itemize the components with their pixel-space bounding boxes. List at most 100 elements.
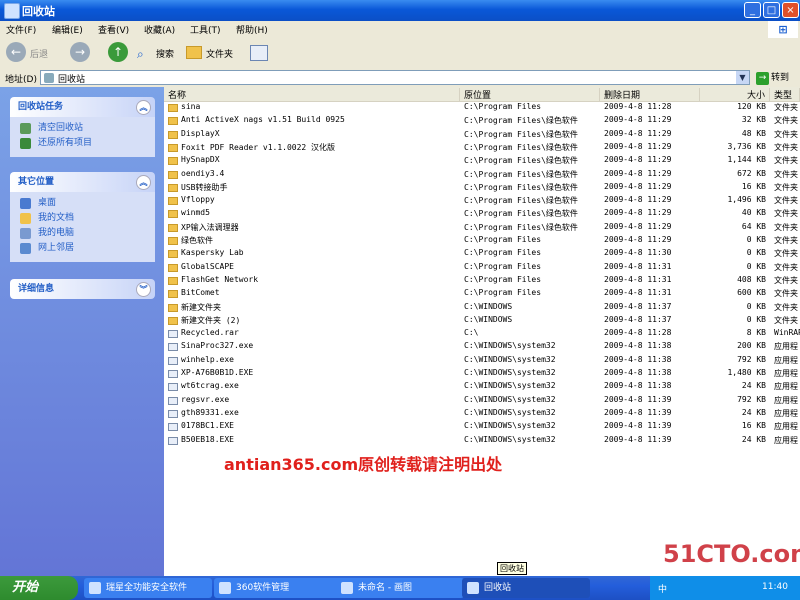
table-row[interactable]: DisplayX C:\Program Files\绿色软件 2009-4-8 11… bbox=[164, 129, 800, 142]
table-row[interactable]: 新建文件夹 (2) C:\WINDOWS 2009-4-8 11:37 0 KB 文件夹 bbox=[164, 315, 800, 328]
details-header[interactable]: 详细信息 ︾ bbox=[10, 279, 155, 299]
toolbar: ← 后退 → ↑ ⌕ 搜索 文件夹 bbox=[0, 38, 800, 70]
address-bar: 地址(D) 回收站 ▼ → 转到 bbox=[0, 69, 800, 88]
close-button[interactable]: × bbox=[782, 2, 799, 18]
collapse-icon[interactable]: ︽ bbox=[136, 175, 151, 190]
original-location: C:\WINDOWS\system32 bbox=[464, 341, 556, 351]
go-button[interactable]: → 转到 bbox=[756, 70, 789, 85]
menu-file[interactable]: 文件(F) bbox=[6, 23, 36, 36]
start-button[interactable]: 开始 bbox=[0, 576, 78, 600]
original-location: C:\WINDOWS\system32 bbox=[464, 421, 556, 431]
file-icon bbox=[168, 383, 178, 392]
link-label: 清空回收站 bbox=[38, 123, 84, 133]
address-input[interactable]: 回收站 ▼ bbox=[40, 70, 750, 85]
column-name[interactable]: 名称 bbox=[164, 88, 460, 101]
table-row[interactable]: FlashGet Network C:\Program Files 2009-4-8… bbox=[164, 275, 800, 288]
search-icon[interactable]: ⌕ bbox=[137, 47, 144, 62]
chevron-down-icon[interactable]: ▼ bbox=[736, 71, 749, 84]
column-size[interactable]: 大小 bbox=[700, 88, 770, 101]
restore-all-link[interactable]: 还原所有项目 bbox=[20, 136, 155, 151]
paint-icon bbox=[341, 582, 353, 594]
menu-help[interactable]: 帮助(H) bbox=[236, 23, 268, 36]
other-places-header[interactable]: 其它位置 ︽ bbox=[10, 172, 155, 192]
menu-favorites[interactable]: 收藏(A) bbox=[144, 23, 175, 36]
taskbar-item-rising[interactable]: 瑞星全功能安全软件 bbox=[84, 578, 212, 598]
table-row[interactable]: B50EB18.EXE C:\WINDOWS\system32 2009-4-8 1… bbox=[164, 435, 800, 448]
table-row[interactable]: sina C:\Program Files 2009-4-8 11:28 120 KB… bbox=[164, 102, 800, 115]
column-date-deleted[interactable]: 删除日期 bbox=[600, 88, 700, 101]
date-deleted: 2009-4-8 11:31 bbox=[604, 261, 672, 271]
original-location: C:\WINDOWS\system32 bbox=[464, 354, 556, 364]
table-row[interactable]: 新建文件夹 C:\WINDOWS 2009-4-8 11:37 0 KB 文件夹 bbox=[164, 302, 800, 315]
table-row[interactable]: XP-A76B0B1D.EXE C:\WINDOWS\system32 2009-4… bbox=[164, 368, 800, 381]
menu-edit[interactable]: 编辑(E) bbox=[52, 23, 83, 36]
folders-icon[interactable] bbox=[186, 46, 202, 59]
taskbar-item-paint[interactable]: 未命名 - 画图 bbox=[336, 578, 464, 598]
table-row[interactable]: GlobalSCAPE C:\Program Files 2009-4-8 11:3… bbox=[164, 262, 800, 275]
task-pane: 回收站任务 ︽ 清空回收站 还原所有项目 其它位置 ︽ 桌面 我的文档 我的电脑 网… bbox=[0, 87, 164, 576]
back-icon[interactable]: ← bbox=[6, 42, 26, 62]
file-type: 文件夹 bbox=[774, 169, 798, 179]
table-row[interactable]: Vfloppy C:\Program Files\绿色软件 2009-4-8 11:… bbox=[164, 195, 800, 208]
original-location: C:\Program Files bbox=[464, 261, 542, 271]
forward-icon[interactable]: → bbox=[70, 42, 90, 62]
table-row[interactable]: Kaspersky Lab C:\Program Files 2009-4-8 11… bbox=[164, 248, 800, 261]
file-type: 文件夹 bbox=[774, 196, 798, 206]
table-row[interactable]: Anti ActiveX nags v1.51 Build 0925 C:\Pro… bbox=[164, 115, 800, 128]
table-row[interactable]: HySnapDX C:\Program Files\绿色软件 2009-4-8 11… bbox=[164, 155, 800, 168]
table-row[interactable]: 0178BC1.EXE C:\WINDOWS\system32 2009-4-8 1… bbox=[164, 421, 800, 434]
date-deleted: 2009-4-8 11:37 bbox=[604, 301, 672, 311]
file-type: 文件夹 bbox=[774, 182, 798, 192]
table-row[interactable]: winhelp.exe C:\WINDOWS\system32 2009-4-8 1… bbox=[164, 355, 800, 368]
menu-view[interactable]: 查看(V) bbox=[98, 23, 129, 36]
file-name: sina bbox=[181, 102, 201, 111]
taskbar-item-360[interactable]: 360软件管理 bbox=[214, 578, 342, 598]
file-size: 672 KB bbox=[737, 168, 766, 178]
table-row[interactable]: regsvr.exe C:\WINDOWS\system32 2009-4-8 11… bbox=[164, 395, 800, 408]
table-row[interactable]: USB转接助手 C:\Program Files\绿色软件 2009-4-8 11:… bbox=[164, 182, 800, 195]
recycle-tasks-header[interactable]: 回收站任务 ︽ bbox=[10, 97, 155, 117]
maximize-button[interactable]: □ bbox=[763, 2, 780, 18]
up-folder-icon[interactable]: ↑ bbox=[108, 42, 128, 62]
table-row[interactable]: Foxit PDF Reader v1.1.0022 汉化版 C:\Program… bbox=[164, 142, 800, 155]
place-desktop[interactable]: 桌面 bbox=[20, 196, 155, 211]
input-method-indicator[interactable]: 中 bbox=[658, 582, 667, 595]
tooltip: 回收站 bbox=[497, 562, 527, 575]
windows-logo-icon: ⊞ bbox=[768, 21, 798, 38]
table-row[interactable]: winmd5 C:\Program Files\绿色软件 2009-4-8 11:2… bbox=[164, 208, 800, 221]
file-type: 文件夹 bbox=[774, 236, 798, 245]
expand-icon[interactable]: ︾ bbox=[136, 282, 151, 297]
back-label[interactable]: 后退 bbox=[30, 47, 48, 67]
panel-title: 详细信息 bbox=[18, 284, 55, 294]
file-size: 32 KB bbox=[741, 115, 766, 125]
my-computer-icon bbox=[20, 228, 31, 239]
table-row[interactable]: SinaProc327.exe C:\WINDOWS\system32 2009-4… bbox=[164, 341, 800, 354]
link-label: 桌面 bbox=[38, 198, 57, 208]
empty-recycle-bin-link[interactable]: 清空回收站 bbox=[20, 121, 155, 136]
folders-button[interactable]: 文件夹 bbox=[206, 47, 233, 67]
views-icon[interactable] bbox=[250, 45, 268, 61]
collapse-icon[interactable]: ︽ bbox=[136, 100, 151, 115]
file-size: 1,480 KB bbox=[727, 368, 766, 377]
place-my-documents[interactable]: 我的文档 bbox=[20, 211, 155, 226]
table-row[interactable]: BitComet C:\Program Files 2009-4-8 11:31 60… bbox=[164, 288, 800, 301]
original-location: C:\Program Files\绿色软件 bbox=[464, 129, 578, 139]
table-row[interactable]: 绿色软件 C:\Program Files 2009-4-8 11:29 0 KB 文件… bbox=[164, 235, 800, 248]
table-row[interactable]: XP输入法调理器 C:\Program Files\绿色软件 2009-4-8 11… bbox=[164, 222, 800, 235]
table-row[interactable]: Recycled.rar C:\ 2009-4-8 11:28 8 KB WinRAR bbox=[164, 328, 800, 341]
file-name: XP-A76B0B1D.EXE bbox=[181, 368, 254, 377]
menu-tools[interactable]: 工具(T) bbox=[190, 23, 221, 36]
taskbar-item-recycle-bin[interactable]: 回收站 bbox=[462, 578, 590, 598]
taskbar: 开始 瑞星全功能安全软件 360软件管理 未命名 - 画图 回收站 中 11:4… bbox=[0, 576, 800, 600]
minimize-button[interactable]: _ bbox=[744, 2, 761, 18]
file-size: 1,496 KB bbox=[727, 195, 766, 205]
column-original-location[interactable]: 原位置 bbox=[460, 88, 600, 101]
file-name: FlashGet Network bbox=[181, 274, 259, 284]
column-type[interactable]: 类型 bbox=[770, 88, 800, 101]
place-network[interactable]: 网上邻居 bbox=[20, 241, 155, 256]
place-my-computer[interactable]: 我的电脑 bbox=[20, 226, 155, 241]
table-row[interactable]: gth89331.exe C:\WINDOWS\system32 2009-4-8 … bbox=[164, 408, 800, 421]
table-row[interactable]: oendiy3.4 C:\Program Files\绿色软件 2009-4-8 1… bbox=[164, 169, 800, 182]
search-button[interactable]: 搜索 bbox=[156, 47, 174, 67]
table-row[interactable]: wt6tcrag.exe C:\WINDOWS\system32 2009-4-8 … bbox=[164, 381, 800, 394]
